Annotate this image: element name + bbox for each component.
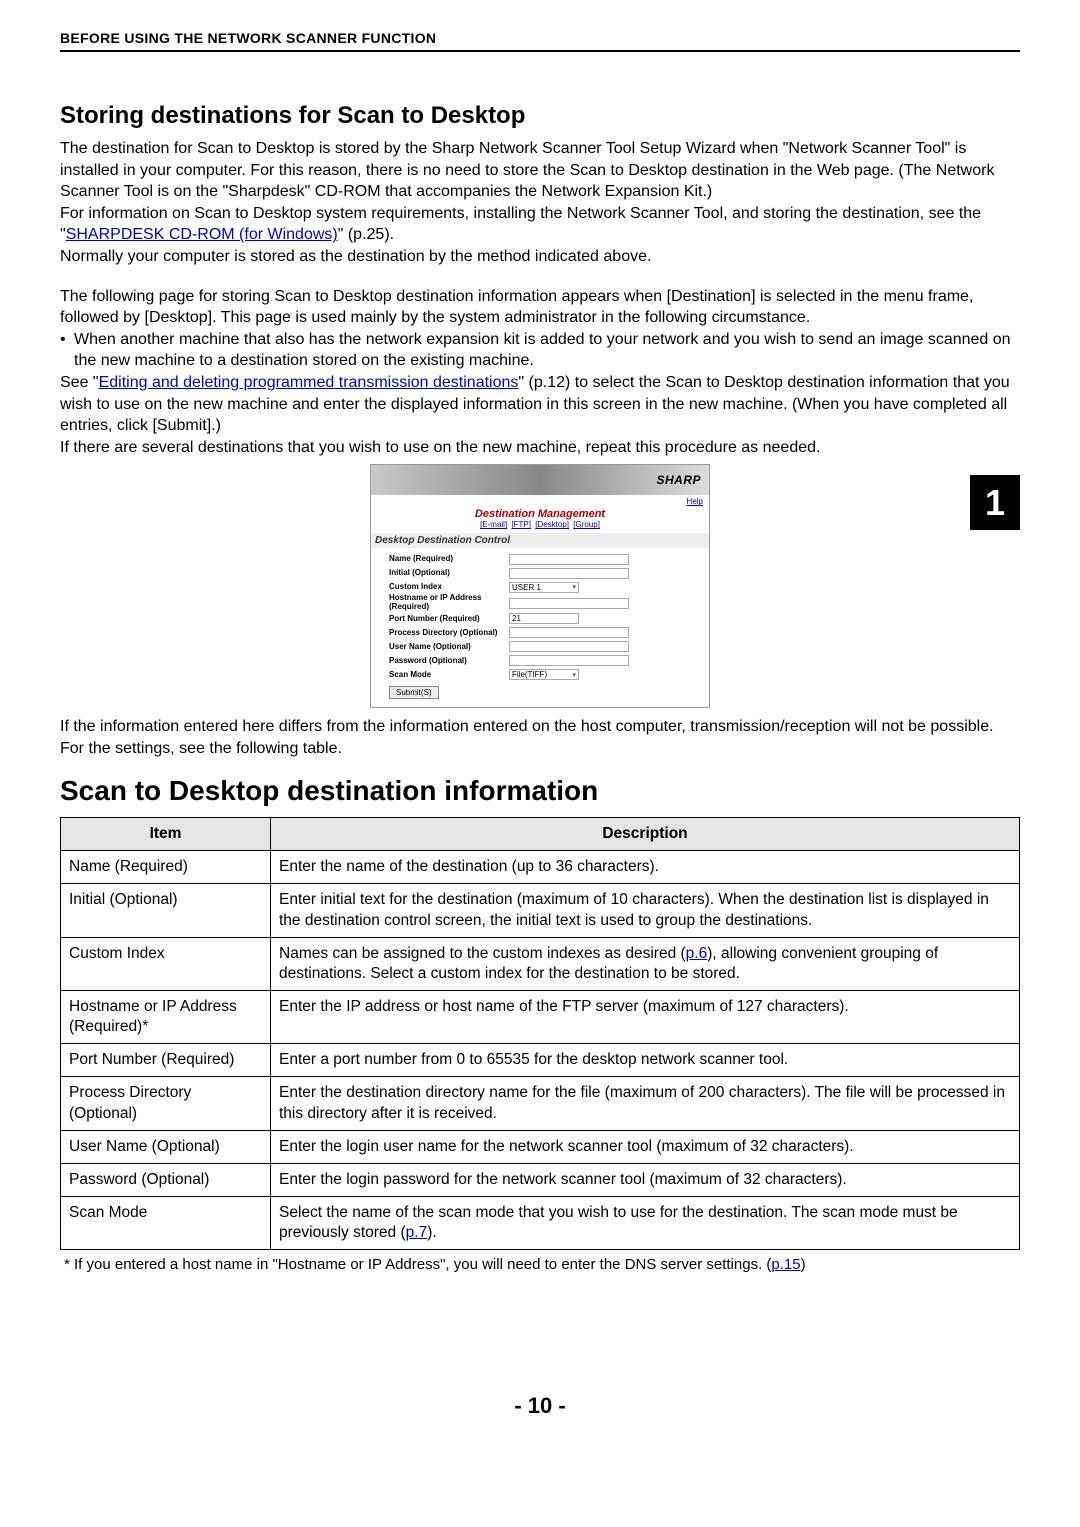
text: See " (60, 374, 99, 391)
select-scan-mode[interactable]: File(TIFF) (509, 669, 579, 680)
text: ) (801, 1256, 806, 1273)
settings-table: Item Description Name (Required) Enter t… (60, 817, 1020, 1250)
shot-link-desktop[interactable]: [Desktop] (535, 520, 569, 529)
table-row: Hostname or IP Address (Required)* Enter… (61, 990, 1020, 1043)
cell-item: Custom Index (61, 937, 271, 990)
paragraph: For information on Scan to Desktop syste… (60, 203, 1020, 246)
bullet-dot: • (60, 329, 74, 372)
table-row: Name (Required) Enter the name of the de… (61, 851, 1020, 884)
shot-form: Name (Required) Initial (Optional) Custo… (371, 548, 709, 707)
footnote: * If you entered a host name in "Hostnam… (60, 1256, 1020, 1273)
cell-desc: Enter initial text for the destination (… (271, 884, 1020, 937)
shot-link-ftp[interactable]: [FTP] (511, 520, 531, 529)
input-username[interactable] (509, 641, 629, 652)
text: ). (427, 1224, 436, 1241)
input-name[interactable] (509, 554, 629, 565)
cell-item: Name (Required) (61, 851, 271, 884)
help-link[interactable]: Help (687, 497, 703, 506)
shot-link-group[interactable]: [Group] (573, 520, 600, 529)
th-item: Item (61, 818, 271, 851)
label-process-dir: Process Directory (Optional) (389, 629, 509, 638)
paragraph: The destination for Scan to Desktop is s… (60, 138, 1020, 203)
cell-desc: Select the name of the scan mode that yo… (271, 1196, 1020, 1249)
th-description: Description (271, 818, 1020, 851)
label-hostname: Hostname or IP Address (Required) (389, 594, 509, 612)
brand-logo: SHARP (656, 473, 701, 487)
table-row: Port Number (Required) Enter a port numb… (61, 1044, 1020, 1077)
table-row: Password (Optional) Enter the login pass… (61, 1163, 1020, 1196)
link-p6[interactable]: p.6 (686, 945, 708, 962)
link-sharpdesk-cdrom[interactable]: SHARPDESK CD-ROM (for Windows) (66, 226, 338, 243)
input-port[interactable]: 21 (509, 613, 579, 624)
cell-desc: Enter a port number from 0 to 65535 for … (271, 1044, 1020, 1077)
cell-desc: Enter the login password for the network… (271, 1163, 1020, 1196)
input-password[interactable] (509, 655, 629, 666)
table-row: User Name (Optional) Enter the login use… (61, 1130, 1020, 1163)
table-row: Initial (Optional) Enter initial text fo… (61, 884, 1020, 937)
page-number: - 10 - (60, 1393, 1020, 1419)
cell-item: Scan Mode (61, 1196, 271, 1249)
paragraph: Normally your computer is stored as the … (60, 246, 1020, 268)
paragraph: See "Editing and deleting programmed tra… (60, 372, 1020, 437)
text: Names can be assigned to the custom inde… (279, 945, 686, 962)
label-username: User Name (Optional) (389, 643, 509, 652)
shot-title: Destination Management (371, 506, 709, 520)
link-p15[interactable]: p.15 (771, 1256, 800, 1273)
shot-help-row: Help (371, 495, 709, 506)
page-header: BEFORE USING THE NETWORK SCANNER FUNCTIO… (60, 30, 1020, 52)
paragraph: For the settings, see the following tabl… (60, 738, 1020, 760)
label-port: Port Number (Required) (389, 615, 509, 624)
shot-subtitle: Desktop Destination Control (371, 533, 709, 548)
bullet-item: • When another machine that also has the… (60, 329, 1020, 372)
shot-link-email[interactable]: [E-mail] (480, 520, 507, 529)
table-row: Process Directory (Optional) Enter the d… (61, 1077, 1020, 1130)
input-hostname[interactable] (509, 598, 629, 609)
link-p7[interactable]: p.7 (406, 1224, 428, 1241)
label-initial: Initial (Optional) (389, 569, 509, 578)
shot-tab-links: [E-mail] [FTP] [Desktop] [Group] (371, 520, 709, 533)
cell-item: Hostname or IP Address (Required)* (61, 990, 271, 1043)
cell-desc: Enter the destination directory name for… (271, 1077, 1020, 1130)
cell-item: Port Number (Required) (61, 1044, 271, 1077)
input-process-dir[interactable] (509, 627, 629, 638)
table-row: Custom Index Names can be assigned to th… (61, 937, 1020, 990)
text: * If you entered a host name in "Hostnam… (64, 1256, 771, 1273)
paragraph: If the information entered here differs … (60, 716, 1020, 738)
cell-desc: Enter the login user name for the networ… (271, 1130, 1020, 1163)
chapter-tab: 1 (970, 475, 1020, 530)
section-2-title: Scan to Desktop destination information (60, 775, 1020, 807)
label-name: Name (Required) (389, 555, 509, 564)
cell-desc: Enter the IP address or host name of the… (271, 990, 1020, 1043)
label-password: Password (Optional) (389, 657, 509, 666)
shot-banner: SHARP (371, 465, 709, 495)
cell-item: User Name (Optional) (61, 1130, 271, 1163)
text: Select the name of the scan mode that yo… (279, 1204, 958, 1241)
cell-item: Initial (Optional) (61, 884, 271, 937)
input-initial[interactable] (509, 568, 629, 579)
select-custom-index[interactable]: USER 1 (509, 582, 579, 593)
section-1-title: Storing destinations for Scan to Desktop (60, 102, 1020, 130)
link-editing-deleting-destinations[interactable]: Editing and deleting programmed transmis… (99, 374, 519, 391)
table-row: Scan Mode Select the name of the scan mo… (61, 1196, 1020, 1249)
embedded-screenshot: SHARP Help Destination Management [E-mai… (370, 464, 710, 708)
label-custom-index: Custom Index (389, 583, 509, 592)
paragraph: If there are several destinations that y… (60, 437, 1020, 459)
cell-desc: Enter the name of the destination (up to… (271, 851, 1020, 884)
cell-desc: Names can be assigned to the custom inde… (271, 937, 1020, 990)
bullet-text: When another machine that also has the n… (74, 329, 1020, 372)
label-scan-mode: Scan Mode (389, 671, 509, 680)
cell-item: Password (Optional) (61, 1163, 271, 1196)
submit-button[interactable]: Submit(S) (389, 686, 439, 699)
paragraph: The following page for storing Scan to D… (60, 286, 1020, 329)
cell-item: Process Directory (Optional) (61, 1077, 271, 1130)
text: " (p.25). (338, 226, 394, 243)
